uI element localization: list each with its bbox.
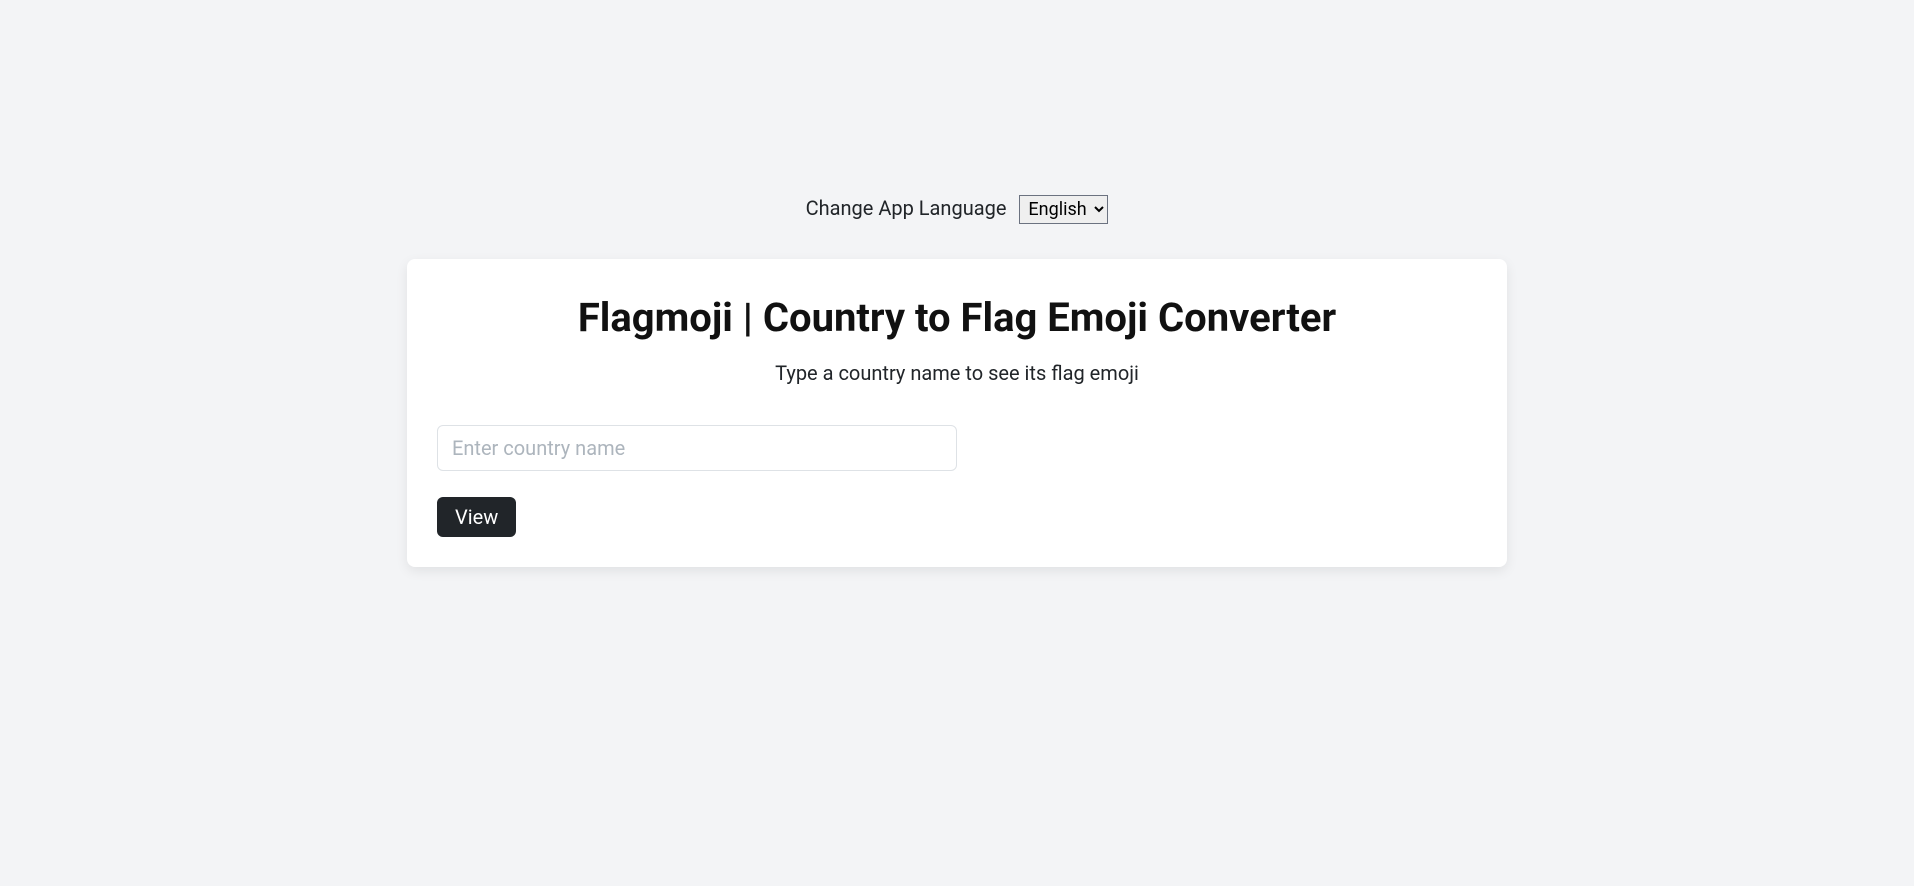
language-select[interactable]: English [1019,195,1108,224]
language-label: Change App Language [806,196,1007,220]
page-subtitle: Type a country name to see its flag emoj… [437,361,1477,385]
page-title: Flagmoji | Country to Flag Emoji Convert… [437,294,1477,341]
language-selector-row: Change App Language English [407,195,1507,224]
main-card: Flagmoji | Country to Flag Emoji Convert… [407,259,1507,567]
view-button[interactable]: View [437,497,516,537]
country-input[interactable] [437,425,957,471]
